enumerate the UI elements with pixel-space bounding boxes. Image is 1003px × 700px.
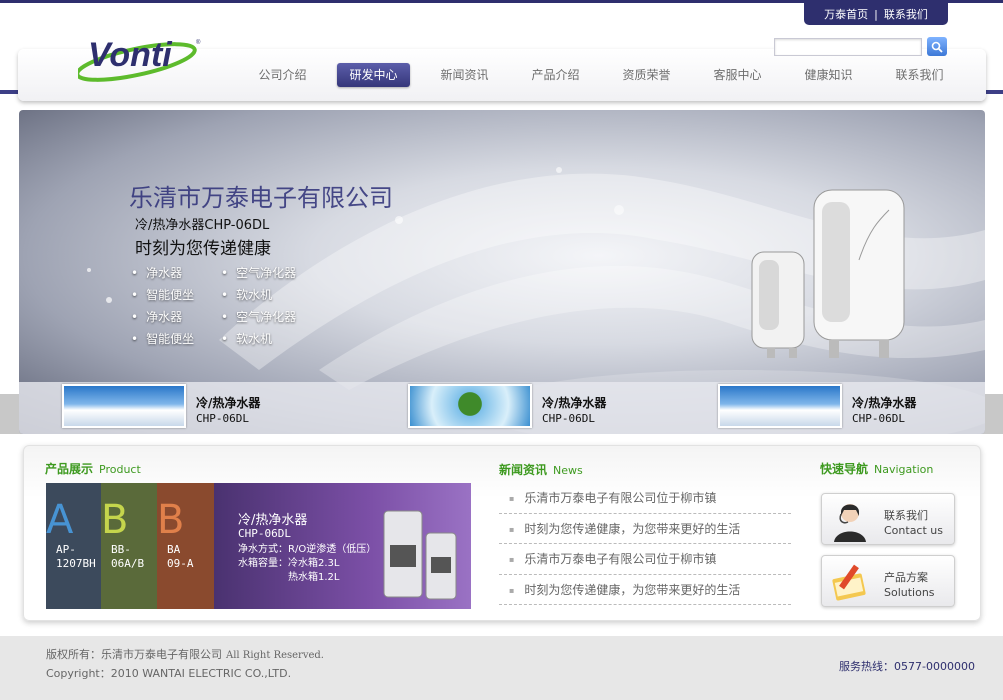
banner-company-name: 乐清市万泰电子有限公司 — [129, 184, 393, 212]
banner-thumb-3[interactable]: 冷/热净水器 CHP-06DL — [718, 384, 916, 428]
top-links: 万泰首页 | 联系我们 — [804, 3, 948, 25]
product-title: 冷/热净水器 — [238, 513, 308, 528]
banner-thumb-bar: 冷/热净水器 CHP-06DL 冷/热净水器 CHP-06DL 冷/热净水器 CHP-… — [19, 382, 985, 434]
banner-slogan: 时刻为您传递健康 — [135, 239, 271, 259]
quick-solutions-button[interactable]: 产品方案 Solutions — [821, 555, 955, 607]
nav-news[interactable]: 新闻资讯 — [419, 62, 510, 88]
news-item[interactable]: 时刻为您传递健康，为您带来更好的生活 — [499, 575, 791, 605]
purifier-large — [813, 189, 905, 358]
nav-service[interactable]: 客服中心 — [692, 62, 783, 88]
nav-contact[interactable]: 联系我们 — [874, 62, 965, 88]
purifier-small — [751, 251, 805, 358]
feature-item: 软水机 — [221, 286, 311, 303]
news-item[interactable]: 乐清市万泰电子有限公司位于柳市镇 — [499, 483, 791, 514]
product-tab-b[interactable]: B BB- 06A/B — [101, 483, 157, 609]
nav-honors[interactable]: 资质荣誉 — [601, 62, 692, 88]
logo-registered-mark: ® — [196, 39, 201, 46]
quick-nav-title: 快速导航 Navigation — [820, 462, 934, 476]
quick-contact-button[interactable]: 联系我们 Contact us — [821, 493, 955, 545]
banner-model: 冷/热净水器CHP-06DL — [135, 218, 270, 233]
nav-company-intro[interactable]: 公司介绍 — [237, 62, 328, 88]
feature-item: 空气净化器 — [221, 308, 311, 325]
search-icon — [931, 41, 943, 53]
nav-health[interactable]: 健康知识 — [783, 62, 874, 88]
top-links-separator: | — [874, 7, 878, 21]
home-link[interactable]: 万泰首页 — [824, 6, 868, 22]
mountain-thumb-image — [62, 384, 186, 428]
feature-item: 空气净化器 — [221, 264, 311, 281]
tree-thumb-image — [408, 384, 532, 428]
news-item[interactable]: 乐清市万泰电子有限公司位于柳市镇 — [499, 544, 791, 575]
footer-copyright-en: Copyright：2010 WANTAI ELECTRIC CO.,LTD. — [46, 667, 292, 680]
feature-item: 智能便坐 — [131, 286, 221, 303]
contact-link[interactable]: 联系我们 — [884, 6, 928, 22]
news-list: 乐清市万泰电子有限公司位于柳市镇 时刻为您传递健康，为您带来更好的生活 乐清市万… — [499, 483, 791, 605]
product-specs: 净水方式：R/O逆渗透（低压） 水箱容量：冷水箱2.3L 热水箱1.2L — [238, 544, 377, 583]
document-pencil-icon — [832, 564, 866, 601]
banner-thumb-1[interactable]: 冷/热净水器 CHP-06DL — [62, 384, 260, 428]
product-tab-c[interactable]: B BA 09-A — [157, 483, 214, 609]
footer-copyright: 版权所有：乐清市万泰电子有限公司 All Right Reserved. — [46, 648, 324, 661]
logo-text: Vonti — [88, 36, 173, 74]
products-title: 产品展示 Product — [45, 462, 141, 476]
main-nav: 公司介绍 研发中心 新闻资讯 产品介绍 资质荣誉 客服中心 健康知识 联系我们 — [237, 62, 965, 88]
feature-item: 软水机 — [221, 330, 311, 347]
product-tab-a[interactable]: A AP- 1207BH — [46, 483, 101, 609]
nav-rd-center[interactable]: 研发中心 — [328, 62, 419, 88]
product-purifier-image — [383, 510, 457, 600]
vonti-logo[interactable]: Vonti ® — [78, 28, 208, 84]
banner-feature-list: 净水器 空气净化器 智能便坐 软水机 净水器 空气净化器 智能便坐 软水机 — [131, 264, 331, 347]
product-showcase: A AP- 1207BH B BB- 06A/B B BA 09-A 冷/热净水器 C… — [46, 483, 471, 609]
footer-hotline: 服务热线：0577-0000000 — [839, 660, 975, 673]
customer-service-icon — [834, 504, 866, 542]
product-code: CHP-06DL — [238, 527, 291, 540]
nav-products[interactable]: 产品介绍 — [510, 62, 601, 88]
feature-item: 智能便坐 — [131, 330, 221, 347]
search-input[interactable] — [774, 38, 922, 56]
banner-thumb-2[interactable]: 冷/热净水器 CHP-06DL — [408, 384, 606, 428]
feature-item: 净水器 — [131, 264, 221, 281]
product-feature[interactable]: 冷/热净水器 CHP-06DL 净水方式：R/O逆渗透（低压） 水箱容量：冷水箱… — [214, 483, 471, 609]
mountain-thumb-image — [718, 384, 842, 428]
feature-item: 净水器 — [131, 308, 221, 325]
news-title: 新闻资讯 News — [499, 463, 583, 477]
news-item[interactable]: 时刻为您传递健康，为您带来更好的生活 — [499, 514, 791, 544]
hero-banner: 乐清市万泰电子有限公司 冷/热净水器CHP-06DL 时刻为您传递健康 净水器 … — [19, 110, 985, 434]
search-button[interactable] — [927, 37, 947, 56]
